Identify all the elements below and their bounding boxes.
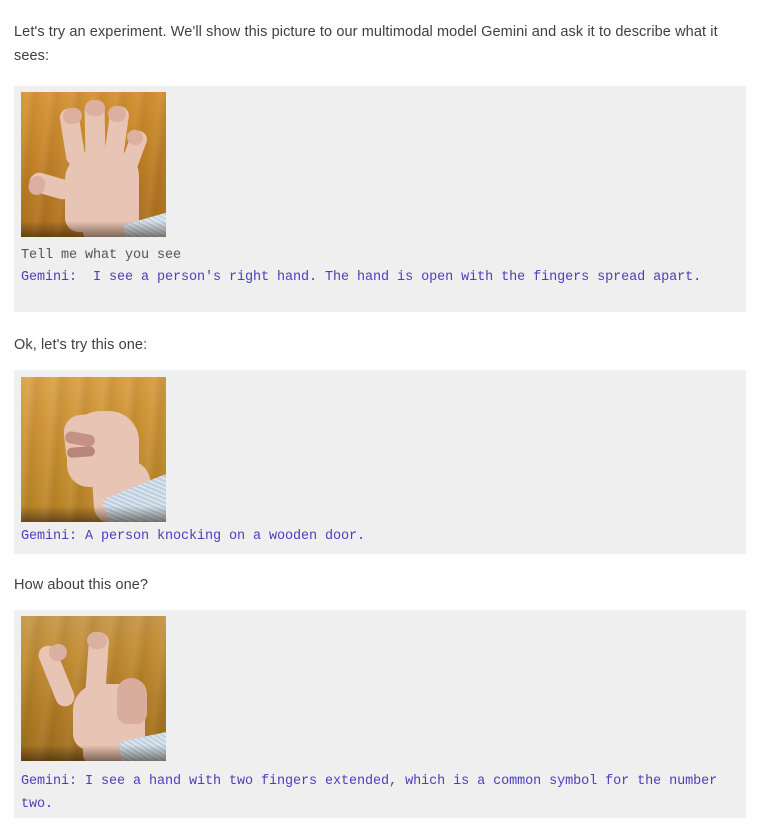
conversation-panel-3: Gemini: I see a hand with two fingers ex… bbox=[14, 610, 746, 818]
closed-fist-photo bbox=[21, 377, 166, 522]
article-page: Let's try an experiment. We'll show this… bbox=[0, 0, 757, 831]
lead-in-paragraph-2: Ok, let's try this one: bbox=[14, 337, 148, 353]
two-fingers-photo bbox=[21, 616, 166, 761]
conversation-panel-1: Tell me what you see Gemini: I see a per… bbox=[14, 86, 746, 312]
lead-in-paragraph-3: How about this one? bbox=[14, 577, 149, 593]
gemini-reply-2: Gemini: A person knocking on a wooden do… bbox=[21, 529, 366, 544]
user-prompt-1: Tell me what you see bbox=[21, 248, 182, 263]
gemini-reply-3: Gemini: I see a hand with two fingers ex… bbox=[21, 774, 726, 812]
gemini-reply-1: Gemini: I see a person's right hand. The… bbox=[21, 270, 702, 285]
conversation-panel-2: Gemini: A person knocking on a wooden do… bbox=[14, 370, 746, 554]
open-hand-photo bbox=[21, 92, 166, 237]
intro-paragraph: Let's try an experiment. We'll show this… bbox=[14, 24, 718, 64]
